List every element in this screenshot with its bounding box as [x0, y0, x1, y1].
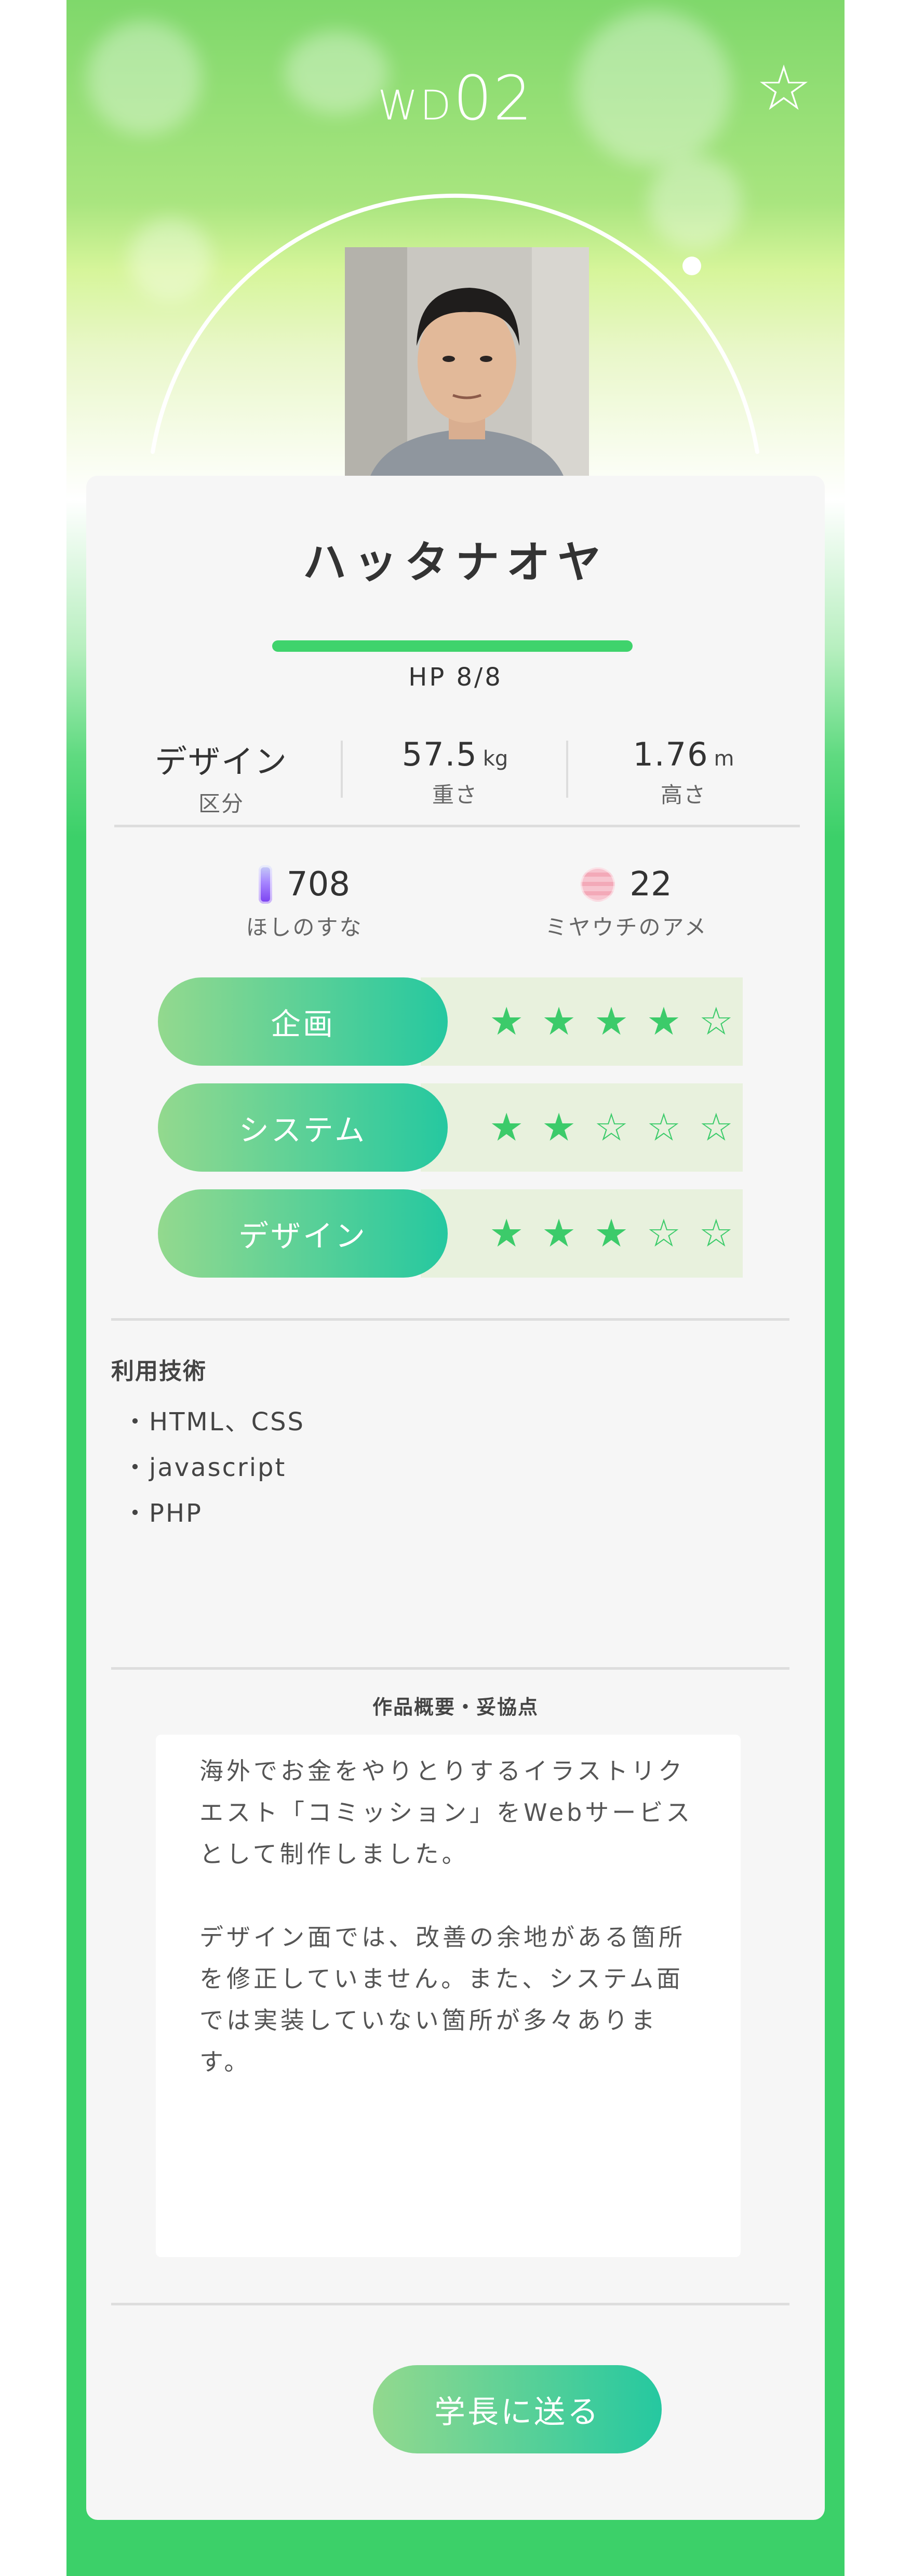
star-filled-icon: ★: [541, 1105, 577, 1150]
tech-section-title: 利用技術: [111, 1358, 207, 1385]
send-to-president-button[interactable]: 学長に送る: [373, 2365, 662, 2453]
stat-weight: 57.5 kg 重さ: [346, 735, 564, 809]
skill-rating: ★ ★ ★ ★ ☆: [489, 977, 733, 1066]
arc-marker-dot: [682, 257, 701, 275]
stat-label: 重さ: [432, 782, 478, 808]
summary-box: 海外でお金をやりとりするイラストリクエスト「コミッション」をWebサービスとして…: [156, 1735, 741, 2257]
divider: [566, 741, 568, 798]
skill-row-design: デザイン ★ ★ ★ ☆ ☆: [158, 1189, 743, 1278]
star-empty-icon: ☆: [699, 999, 733, 1044]
star-filled-icon: ★: [541, 999, 577, 1044]
star-empty-icon: ☆: [646, 1211, 681, 1256]
divider: [341, 741, 343, 798]
star-filled-icon: ★: [489, 1211, 524, 1256]
member-name: ハッタナオヤ: [302, 537, 608, 588]
item-candy: 22 ミヤウチのアメ: [471, 865, 782, 942]
item-value: 708: [286, 865, 351, 904]
avatar: [345, 247, 589, 491]
stat-value: デザイン: [154, 743, 288, 781]
profile-card: ハッタナオヤ HP 8/8 デザイン 区分 57.5 kg 重さ 1.76 m 高さ…: [86, 476, 825, 2520]
star-filled-icon: ★: [489, 1105, 524, 1150]
stat-unit: kg: [483, 747, 508, 771]
skill-label-pill: システム: [158, 1083, 448, 1172]
star-filled-icon: ★: [594, 1211, 629, 1256]
stat-label: 高さ: [660, 782, 706, 808]
hp-text: HP 8/8: [408, 663, 503, 692]
divider: [114, 825, 800, 827]
divider: [111, 1667, 789, 1670]
candy-icon: [581, 867, 615, 902]
item-stardust: 708 ほしのすな: [149, 865, 460, 942]
stat-value: 1.76: [633, 735, 709, 773]
skill-row-system: システム ★ ★ ☆ ☆ ☆: [158, 1083, 743, 1172]
stardust-icon: [258, 865, 272, 904]
tech-list-item: ・HTML、CSS: [123, 1407, 305, 1437]
stat-height: 1.76 m 高さ: [574, 735, 793, 809]
pokemon-style-profile-screen: WD02 ☆ ハッタナオヤ HP 8/8 デザイン 区分 57.5 kg 重さ …: [66, 0, 845, 2576]
star-empty-icon: ☆: [699, 1211, 733, 1256]
skill-rating: ★ ★ ★ ☆ ☆: [489, 1189, 733, 1278]
stat-unit: m: [714, 747, 734, 771]
skill-row-planning: 企画 ★ ★ ★ ★ ☆: [158, 977, 743, 1066]
divider: [111, 2303, 789, 2305]
item-label: ミヤウチのアメ: [545, 915, 708, 940]
summary-paragraph: 海外でお金をやりとりするイラストリクエスト「コミッション」をWebサービスとして…: [199, 1757, 693, 1868]
summary-section-title: 作品概要・妥協点: [372, 1696, 539, 1719]
skill-rating: ★ ★ ☆ ☆ ☆: [489, 1083, 733, 1172]
item-label: ほしのすな: [246, 915, 363, 940]
skill-label-pill: 企画: [158, 977, 448, 1066]
star-empty-icon: ☆: [646, 1105, 681, 1150]
star-empty-icon: ☆: [699, 1105, 733, 1150]
star-filled-icon: ★: [646, 999, 681, 1044]
summary-paragraph: デザイン面では、改善の余地がある箇所を修正していません。また、システム面では実装…: [199, 1923, 686, 2076]
hp-bar: [272, 640, 633, 652]
star-filled-icon: ★: [489, 999, 524, 1044]
star-empty-icon: ☆: [594, 1105, 629, 1150]
stat-label: 区分: [198, 791, 244, 816]
stat-category: デザイン 区分: [112, 735, 330, 818]
item-value: 22: [629, 865, 672, 904]
star-filled-icon: ★: [541, 1211, 577, 1256]
skill-label-pill: デザイン: [158, 1189, 448, 1278]
star-filled-icon: ★: [594, 999, 629, 1044]
tech-list-item: ・PHP: [123, 1499, 203, 1528]
divider: [111, 1318, 789, 1321]
stat-value: 57.5: [401, 735, 478, 773]
tech-list-item: ・javascript: [123, 1453, 287, 1482]
